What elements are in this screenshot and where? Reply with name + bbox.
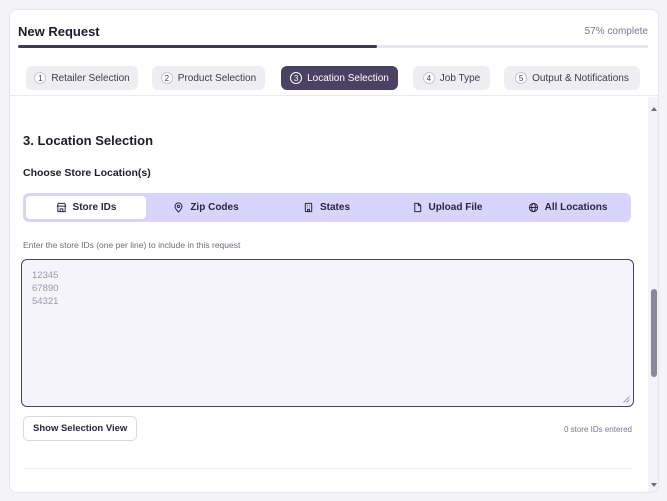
tab-label: Upload File: [428, 202, 483, 213]
tab-zip-codes[interactable]: Zip Codes: [146, 196, 266, 219]
progress-text: 57% complete: [584, 26, 648, 37]
step-number: 2: [160, 72, 173, 84]
step-number: 1: [34, 72, 47, 84]
map-pin-icon: [174, 202, 183, 213]
store-location-subtitle: Choose Store Location(s): [23, 167, 151, 179]
step-location-selection[interactable]: 3 Location Selection: [281, 66, 398, 90]
step-label: Job Type: [439, 72, 481, 84]
store-ids-textarea-wrapper: [21, 259, 634, 407]
stepper: 1 Retailer Selection 2 Product Selection…: [10, 66, 658, 92]
store-id-count: 0 store IDs entered: [563, 425, 632, 434]
resize-handle-icon[interactable]: [623, 396, 630, 403]
step-number: 3: [290, 72, 303, 84]
tab-label: All Locations: [544, 202, 608, 213]
scroll-down-arrow-icon[interactable]: [650, 481, 658, 489]
divider: [23, 468, 631, 469]
scroll-up-arrow-icon[interactable]: [650, 105, 658, 113]
progress-fill: [18, 45, 378, 48]
show-selection-view-button[interactable]: Show Selection View: [23, 416, 138, 441]
step-job-type[interactable]: 4 Job Type: [413, 66, 490, 90]
step-label: Location Selection: [307, 72, 389, 84]
location-selection-panel: 3. Location Selection Choose Store Locat…: [10, 97, 648, 492]
tab-label: Store IDs: [72, 202, 117, 213]
step-retailer-selection[interactable]: 1 Retailer Selection: [26, 66, 138, 90]
vertical-scrollbar[interactable]: [648, 97, 658, 492]
store-ids-hint: Enter the store IDs (one per line) to in…: [23, 240, 241, 250]
store-icon: [56, 202, 66, 213]
step-product-selection[interactable]: 2 Product Selection: [152, 66, 265, 90]
step-number: 5: [515, 72, 528, 84]
step-output-notifications[interactable]: 5 Output & Notifications: [504, 66, 640, 90]
scrollbar-thumb[interactable]: [651, 289, 657, 377]
tab-all-locations[interactable]: All Locations: [507, 196, 628, 219]
tab-label: Zip Codes: [190, 202, 239, 213]
file-icon: [413, 202, 421, 213]
new-request-card: New Request 57% complete 1 Retailer Sele…: [9, 9, 659, 493]
tab-upload-file[interactable]: Upload File: [387, 196, 507, 219]
progress-bar: [18, 45, 648, 48]
building-icon: [304, 202, 313, 213]
page-title: New Request: [18, 24, 100, 39]
store-ids-input[interactable]: [22, 260, 633, 406]
tab-label: States: [319, 202, 350, 213]
globe-icon: [528, 202, 538, 213]
location-type-tabs: Store IDs Zip Codes States Upload File A…: [23, 193, 631, 222]
step-label: Product Selection: [177, 72, 257, 84]
tab-store-ids[interactable]: Store IDs: [26, 196, 146, 219]
request-header: New Request 57% complete 1 Retailer Sele…: [10, 10, 658, 96]
step-label: Output & Notifications: [532, 72, 629, 84]
tab-states[interactable]: States: [266, 196, 387, 219]
step-number: 4: [422, 72, 435, 84]
section-title: 3. Location Selection: [23, 133, 154, 148]
step-label: Retailer Selection: [51, 72, 130, 84]
